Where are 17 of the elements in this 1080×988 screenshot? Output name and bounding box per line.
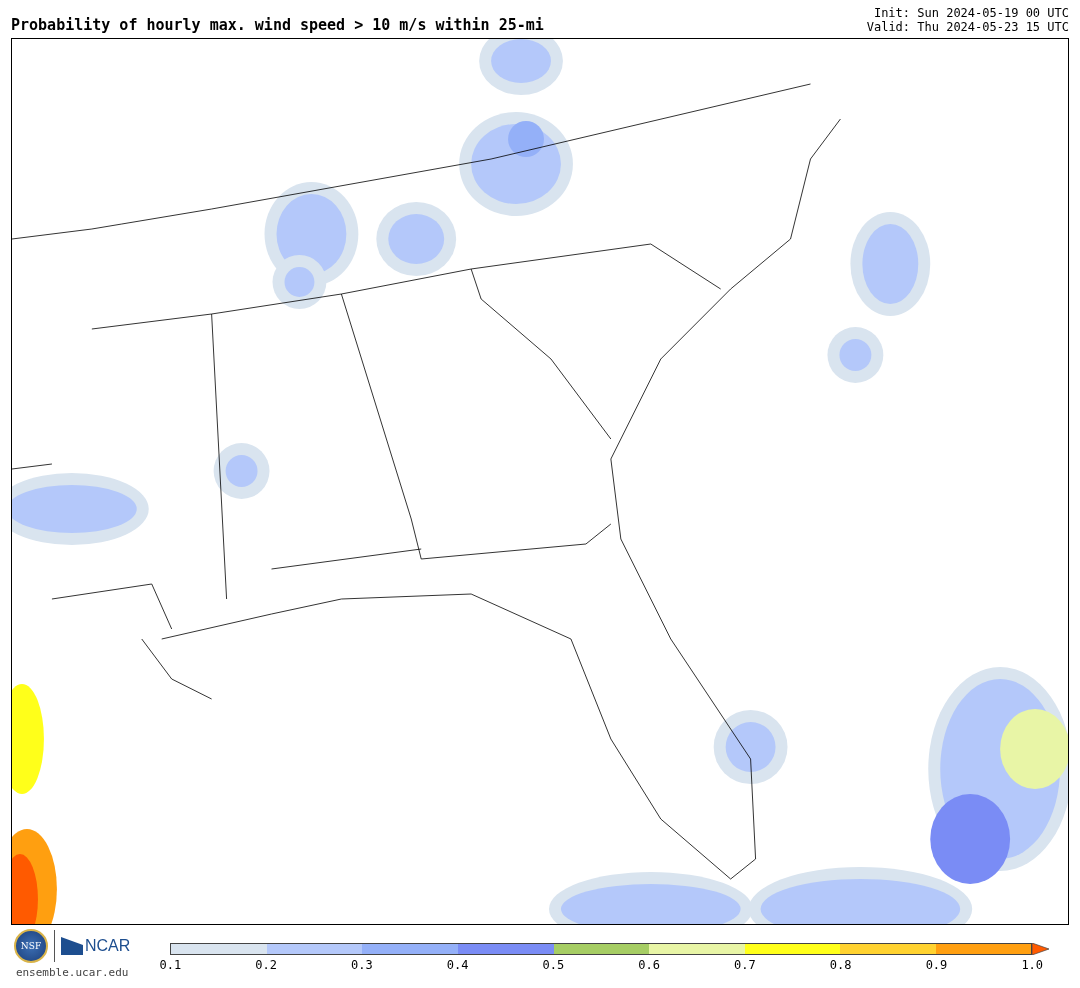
flag-icon <box>61 937 83 955</box>
chart-title: Probability of hourly max. wind speed > 10 m/s within 25-mi <box>11 16 544 34</box>
valid-time: Valid: Thu 2024-05-23 15 UTC <box>866 20 1069 34</box>
init-time: Init: Sun 2024-05-19 00 UTC <box>873 6 1069 20</box>
tick-label: 0.8 <box>828 958 853 972</box>
tick-label: 1.0 <box>1020 958 1045 972</box>
seal-logo: NSF <box>14 929 48 963</box>
ncar-logo: NCAR <box>85 937 131 955</box>
tick-label: 0.6 <box>637 958 661 972</box>
tick-label: 0.1 <box>158 958 183 972</box>
tick-label: 0.7 <box>733 958 757 972</box>
site-url: ensemble.ucar.edu <box>15 966 129 979</box>
tick-label: 0.9 <box>924 958 949 972</box>
tick-label: 0.5 <box>541 958 566 972</box>
tick-label: 0.3 <box>350 958 374 972</box>
tick-label: 0.4 <box>445 958 470 972</box>
tick-label: 0.2 <box>254 958 278 972</box>
